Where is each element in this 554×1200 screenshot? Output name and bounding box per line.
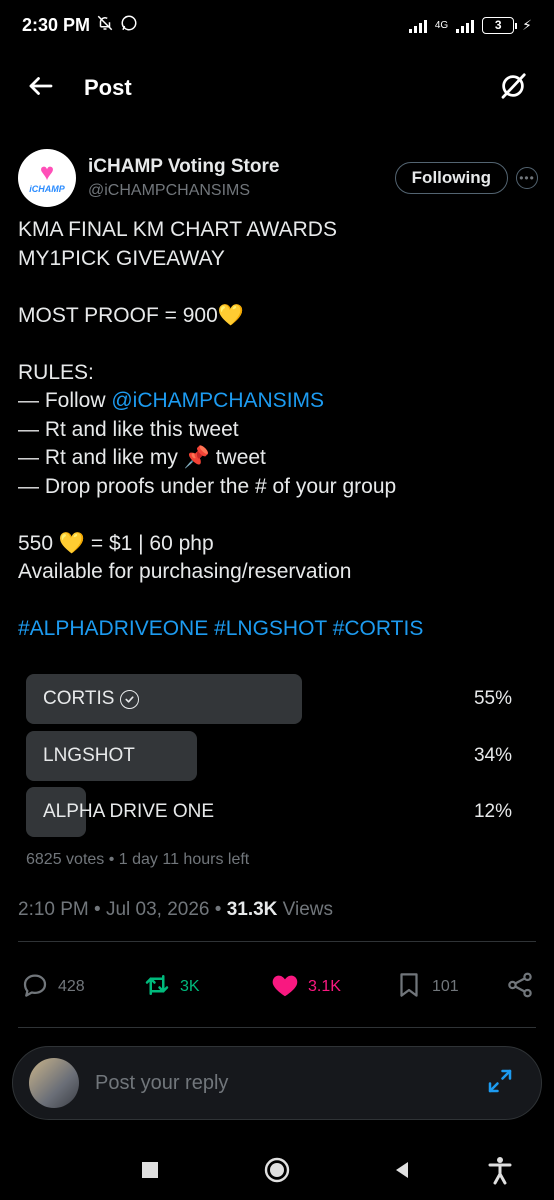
poll-option: ALPHA DRIVE ONE 12% <box>26 787 528 837</box>
poll-option: CORTIS 55% <box>26 674 528 724</box>
avatar[interactable]: ♥ iCHAMP <box>18 149 76 207</box>
action-bar: 428 3K 3.1K 101 <box>0 962 554 1012</box>
whatsapp-icon <box>120 14 138 37</box>
divider <box>18 1027 536 1028</box>
recent-apps-icon[interactable] <box>140 1154 160 1191</box>
poll-option-label: ALPHA DRIVE ONE <box>43 801 214 823</box>
hashtag-links[interactable]: #ALPHADRIVEONE #LNGSHOT #CORTIS <box>18 615 538 644</box>
post-line: — Rt and like my 📌 tweet <box>18 446 266 469</box>
page-title: Post <box>84 75 132 100</box>
author-name[interactable]: iCHAMP Voting Store <box>88 156 279 178</box>
following-button[interactable]: Following <box>394 162 508 194</box>
poll-option-label: LNGSHOT <box>43 745 135 767</box>
post-line: 550 💛 = $1 | 60 php <box>18 531 214 555</box>
post-line: RULES: <box>18 360 94 384</box>
divider <box>18 941 536 942</box>
heart-logo-icon: ♥ <box>39 159 55 186</box>
back-nav-icon[interactable] <box>392 1154 412 1191</box>
bookmark-button[interactable]: 101 <box>394 970 459 1005</box>
share-icon <box>505 970 535 1005</box>
accessibility-icon[interactable] <box>486 1154 514 1191</box>
post-line: MOST PROOF = 900💛 <box>18 303 244 327</box>
grok-icon[interactable] <box>498 71 528 106</box>
battery-icon: 3 <box>482 16 518 34</box>
home-icon[interactable] <box>262 1154 292 1191</box>
like-count: 3.1K <box>308 978 341 995</box>
post-timestamp: 2:10 PM • Jul 03, 2026 • 31.3K Views <box>18 899 333 921</box>
views-count[interactable]: 31.3K <box>227 899 278 920</box>
bookmark-count: 101 <box>432 978 459 995</box>
repost-icon <box>142 970 172 1005</box>
poll-option-percent: 12% <box>473 801 512 822</box>
signal-icon-2 <box>456 17 475 33</box>
poll-option-text: ALPHA DRIVE ONE <box>43 801 215 822</box>
post-line: MY1PICK GIVEAWAY <box>18 246 225 270</box>
poll-option: LNGSHOT 34% <box>26 730 528 781</box>
mention-link[interactable]: @iCHAMPCHANSIMS <box>111 389 324 412</box>
post-line: — Rt and like this tweet <box>18 417 239 441</box>
reply-composer[interactable]: Post your reply <box>12 1046 542 1120</box>
heart-filled-icon <box>270 970 300 1005</box>
poll-option-label: CORTIS <box>43 688 140 710</box>
reply-count: 428 <box>58 978 85 995</box>
author-handle[interactable]: @iCHAMPCHANSIMS <box>88 182 279 200</box>
status-time: 2:30 PM <box>22 14 91 35</box>
more-options-icon[interactable]: ••• <box>516 167 538 189</box>
reply-icon <box>20 970 50 1005</box>
poll-option-text: CORTIS <box>43 688 115 709</box>
expand-icon[interactable] <box>485 1066 515 1101</box>
post-body: KMA FINAL KM CHART AWARDS MY1PICK GIVEAW… <box>18 216 538 644</box>
post-line-follow: — Follow @iCHAMPCHANSIMS <box>18 387 538 416</box>
check-circle-icon <box>120 689 140 709</box>
post-line: — Drop proofs under the # of your group <box>18 474 397 498</box>
share-button[interactable] <box>505 970 535 1005</box>
poll-option-text: LNGSHOT <box>43 744 135 766</box>
post-line-prefix: — Follow <box>18 389 112 412</box>
post-time: 2:10 PM • Jul 03, 2026 • <box>18 899 227 920</box>
author-names: iCHAMP Voting Store @iCHAMPCHANSIMS <box>88 156 279 200</box>
poll-option-percent: 34% <box>473 744 512 766</box>
like-button[interactable]: 3.1K <box>270 970 341 1005</box>
charging-icon: ⚡ <box>522 16 532 33</box>
bell-off-icon <box>96 14 114 37</box>
poll-meta: 6825 votes • 1 day 11 hours left <box>26 851 250 868</box>
bookmark-icon <box>394 970 424 1005</box>
user-avatar <box>29 1058 79 1108</box>
status-bar: 2:30 PM 4G 3 ⚡ <box>0 0 554 50</box>
reply-button[interactable]: 428 <box>20 970 85 1005</box>
battery-level: 3 <box>494 18 502 32</box>
author-row: ♥ iCHAMP iCHAMP Voting Store @iCHAMPCHAN… <box>18 148 538 208</box>
network-type: 4G <box>434 19 449 31</box>
signal-icon <box>408 17 427 33</box>
poll-option-percent: 55% <box>473 688 512 709</box>
repost-button[interactable]: 3K <box>142 970 200 1005</box>
top-bar: Post <box>0 60 554 116</box>
repost-count: 3K <box>180 978 200 995</box>
views-label: Views <box>277 899 334 920</box>
post-line: Available for purchasing/reservation <box>18 560 352 583</box>
arrow-left-icon[interactable] <box>26 71 56 106</box>
post-line: KMA FINAL KM CHART AWARDS <box>18 218 337 241</box>
poll: CORTIS 55% LNGSHOT 34% ALPHA DRIVE ONE 1… <box>26 674 528 844</box>
reply-placeholder[interactable]: Post your reply <box>95 1072 228 1095</box>
system-nav-bar <box>0 1140 554 1200</box>
avatar-logo-text: iCHAMP <box>29 184 65 194</box>
